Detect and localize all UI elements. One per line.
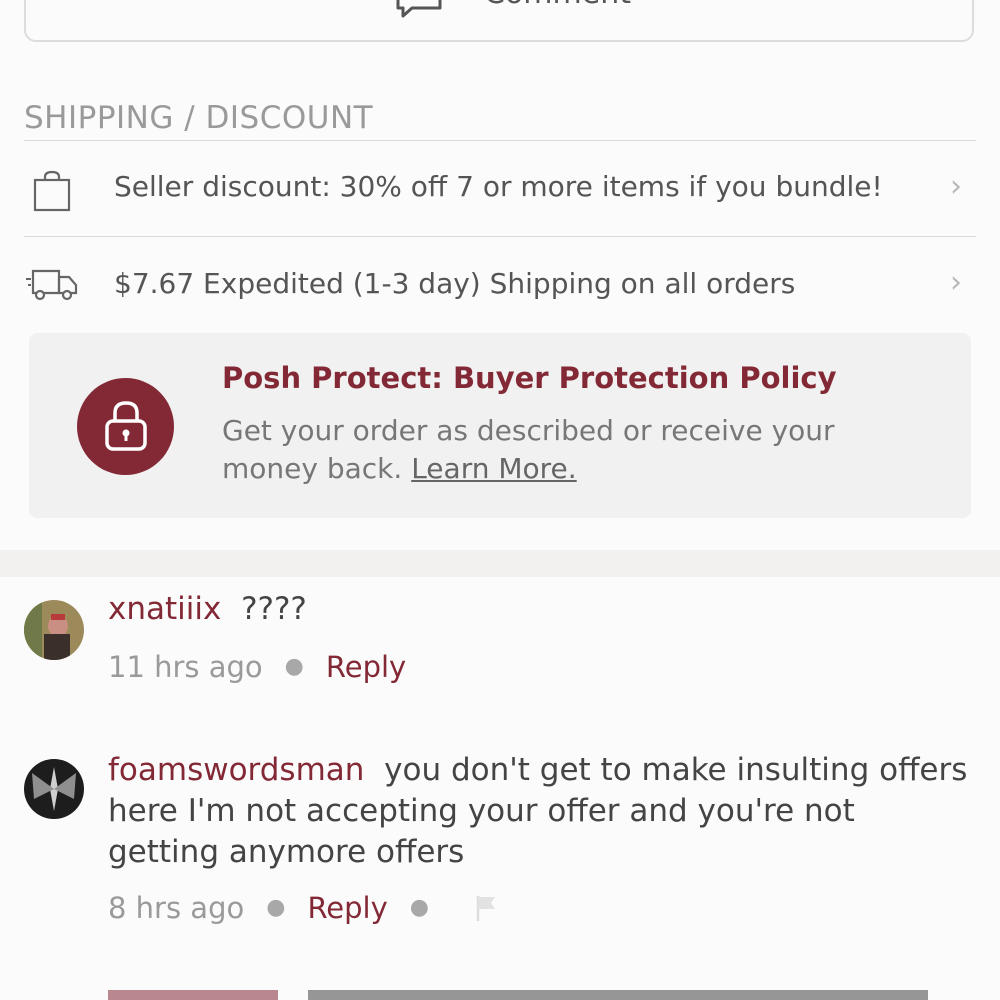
- shipping-row[interactable]: $7.67 Expedited (1-3 day) Shipping on al…: [0, 237, 1000, 332]
- chevron-right-icon: ›: [950, 265, 962, 300]
- comment-timestamp: 8 hrs ago: [108, 891, 245, 925]
- posh-protect-title: Posh Protect: Buyer Protection Policy: [222, 361, 837, 395]
- comment-body: xnatiiix ????: [108, 589, 968, 630]
- reply-button[interactable]: Reply: [307, 891, 387, 925]
- comment-text: ????: [241, 591, 307, 627]
- chevron-right-icon: ›: [950, 169, 962, 204]
- seller-discount-row[interactable]: Seller discount: 30% off 7 or more items…: [0, 141, 1000, 236]
- flag-icon[interactable]: [475, 894, 499, 929]
- next-comment-preview: [108, 990, 928, 1000]
- shopping-bag-icon: [33, 170, 71, 216]
- comment-meta: 8 hrs ago ● Reply ●: [108, 891, 499, 929]
- shipping-text: $7.67 Expedited (1-3 day) Shipping on al…: [114, 267, 796, 300]
- dot-separator: ●: [284, 654, 304, 679]
- reply-button[interactable]: Reply: [326, 650, 406, 684]
- dot-separator: ●: [266, 895, 286, 920]
- dot-separator: ●: [409, 895, 429, 920]
- comment-body: foamswordsman you don't get to make insu…: [108, 750, 968, 873]
- comment-username[interactable]: foamswordsman: [108, 752, 364, 788]
- seller-discount-text: Seller discount: 30% off 7 or more items…: [114, 170, 883, 203]
- lock-icon: [101, 399, 151, 457]
- speech-bubble-icon: [394, 0, 444, 22]
- lock-badge: [77, 378, 174, 475]
- comment-button[interactable]: Comment: [24, 0, 974, 42]
- avatar[interactable]: [24, 600, 84, 660]
- comment-timestamp: 11 hrs ago: [108, 650, 263, 684]
- comment-username[interactable]: xnatiiix: [108, 591, 221, 627]
- comment-button-label: Comment: [484, 0, 631, 11]
- section-separator: [0, 550, 1000, 577]
- section-title: SHIPPING / DISCOUNT: [24, 100, 374, 136]
- avatar[interactable]: [24, 759, 84, 819]
- delivery-truck-icon: [25, 267, 79, 305]
- comment-meta: 11 hrs ago ● Reply: [108, 650, 406, 684]
- learn-more-link[interactable]: Learn More.: [411, 452, 576, 485]
- posh-protect-body: Get your order as described or receive y…: [222, 412, 922, 488]
